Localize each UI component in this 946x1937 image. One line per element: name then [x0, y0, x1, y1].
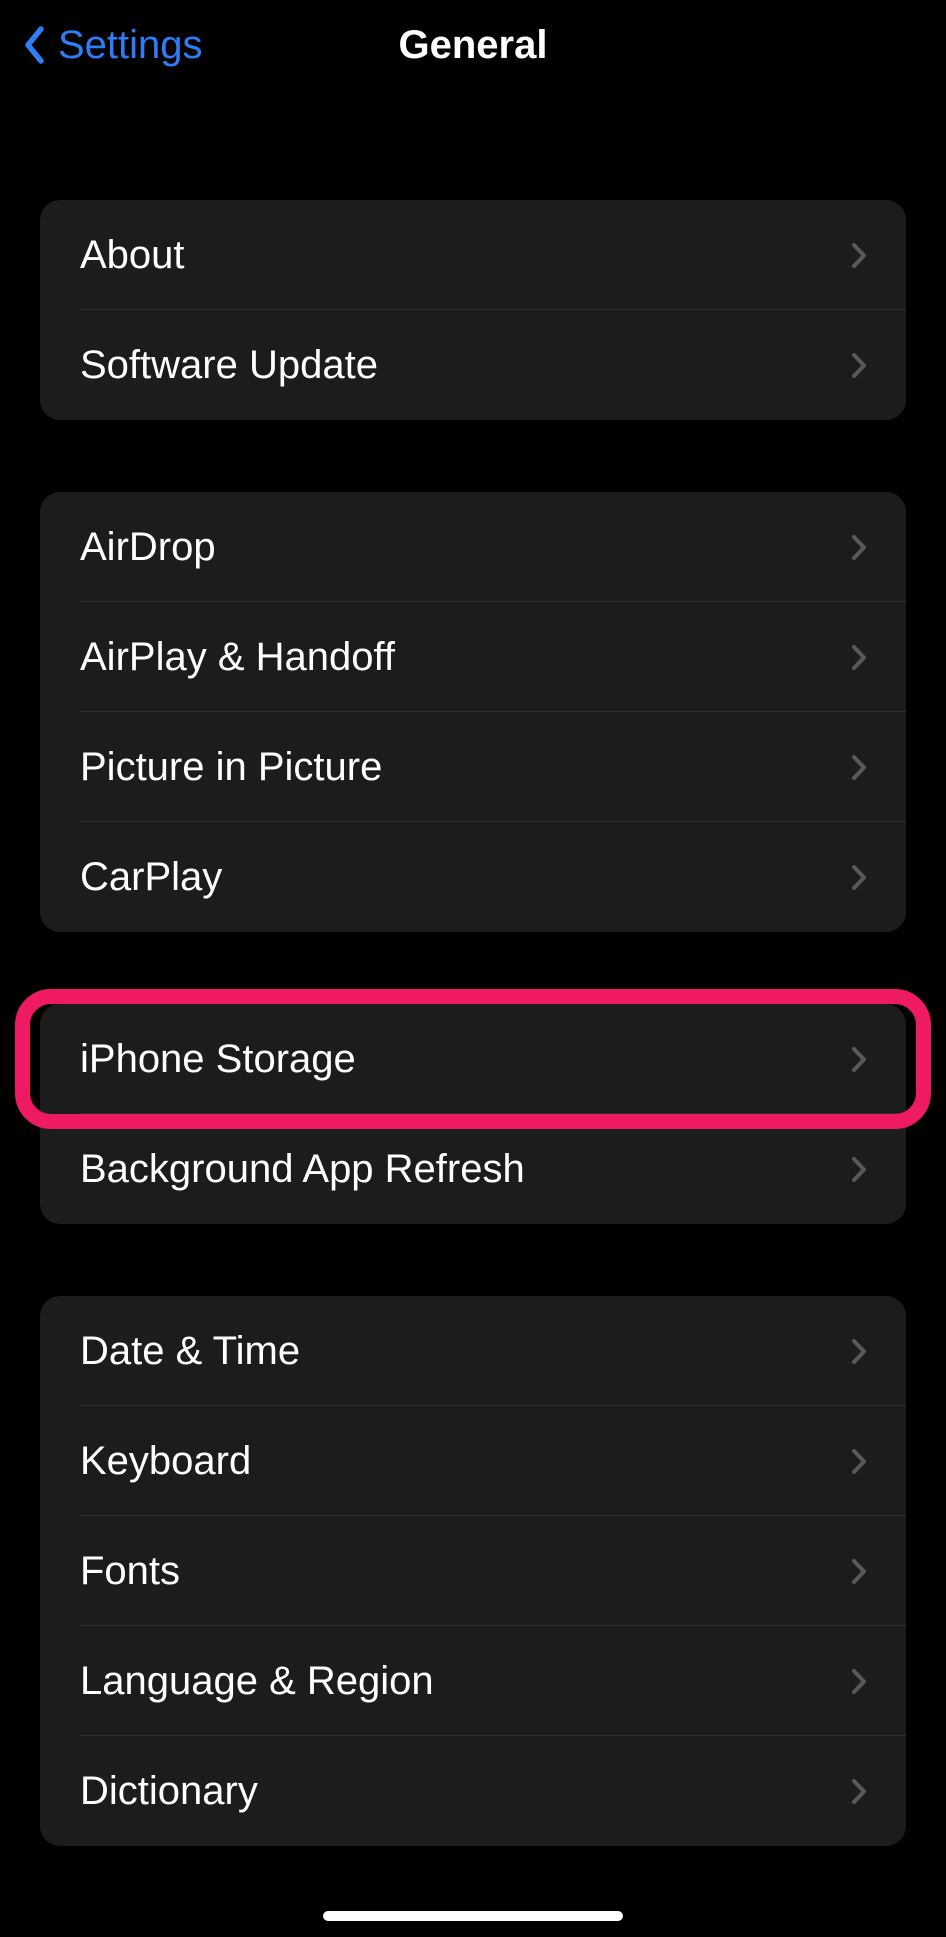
- row-label: Keyboard: [80, 1439, 251, 1484]
- row-about[interactable]: About: [40, 200, 906, 310]
- row-label: Software Update: [80, 343, 378, 388]
- settings-content: About Software Update AirDrop AirPlay & …: [0, 200, 946, 1846]
- row-label: iPhone Storage: [80, 1037, 356, 1082]
- row-carplay[interactable]: CarPlay: [40, 822, 906, 932]
- row-label: Date & Time: [80, 1329, 300, 1374]
- highlighted-group-wrapper: iPhone Storage Background App Refresh: [40, 1004, 906, 1224]
- chevron-right-icon: [848, 1337, 870, 1365]
- chevron-right-icon: [848, 241, 870, 269]
- chevron-right-icon: [848, 643, 870, 671]
- back-label: Settings: [58, 23, 203, 68]
- row-background-app-refresh[interactable]: Background App Refresh: [40, 1114, 906, 1224]
- group-connectivity: AirDrop AirPlay & Handoff Picture in Pic…: [40, 492, 906, 932]
- row-label: About: [80, 233, 185, 278]
- group-about: About Software Update: [40, 200, 906, 420]
- row-picture-in-picture[interactable]: Picture in Picture: [40, 712, 906, 822]
- chevron-right-icon: [848, 1777, 870, 1805]
- page-title: General: [399, 23, 548, 68]
- row-language-region[interactable]: Language & Region: [40, 1626, 906, 1736]
- row-fonts[interactable]: Fonts: [40, 1516, 906, 1626]
- chevron-right-icon: [848, 1155, 870, 1183]
- chevron-right-icon: [848, 1447, 870, 1475]
- row-label: Picture in Picture: [80, 745, 382, 790]
- chevron-right-icon: [848, 863, 870, 891]
- chevron-right-icon: [848, 351, 870, 379]
- row-airdrop[interactable]: AirDrop: [40, 492, 906, 602]
- chevron-right-icon: [848, 1557, 870, 1585]
- chevron-right-icon: [848, 533, 870, 561]
- group-system: Date & Time Keyboard Fonts Language & Re…: [40, 1296, 906, 1846]
- row-software-update[interactable]: Software Update: [40, 310, 906, 420]
- back-button[interactable]: Settings: [20, 23, 203, 68]
- chevron-left-icon: [20, 23, 48, 67]
- navigation-bar: Settings General: [0, 0, 946, 90]
- chevron-right-icon: [848, 753, 870, 781]
- chevron-right-icon: [848, 1667, 870, 1695]
- row-label: Background App Refresh: [80, 1147, 525, 1192]
- home-indicator[interactable]: [323, 1911, 623, 1921]
- row-keyboard[interactable]: Keyboard: [40, 1406, 906, 1516]
- row-label: CarPlay: [80, 855, 222, 900]
- row-label: Fonts: [80, 1549, 180, 1594]
- group-storage: iPhone Storage Background App Refresh: [40, 1004, 906, 1224]
- row-label: Language & Region: [80, 1659, 434, 1704]
- row-dictionary[interactable]: Dictionary: [40, 1736, 906, 1846]
- chevron-right-icon: [848, 1045, 870, 1073]
- row-label: AirDrop: [80, 525, 216, 570]
- row-airplay-handoff[interactable]: AirPlay & Handoff: [40, 602, 906, 712]
- row-iphone-storage[interactable]: iPhone Storage: [40, 1004, 906, 1114]
- row-label: Dictionary: [80, 1769, 258, 1814]
- row-label: AirPlay & Handoff: [80, 635, 395, 680]
- row-date-time[interactable]: Date & Time: [40, 1296, 906, 1406]
